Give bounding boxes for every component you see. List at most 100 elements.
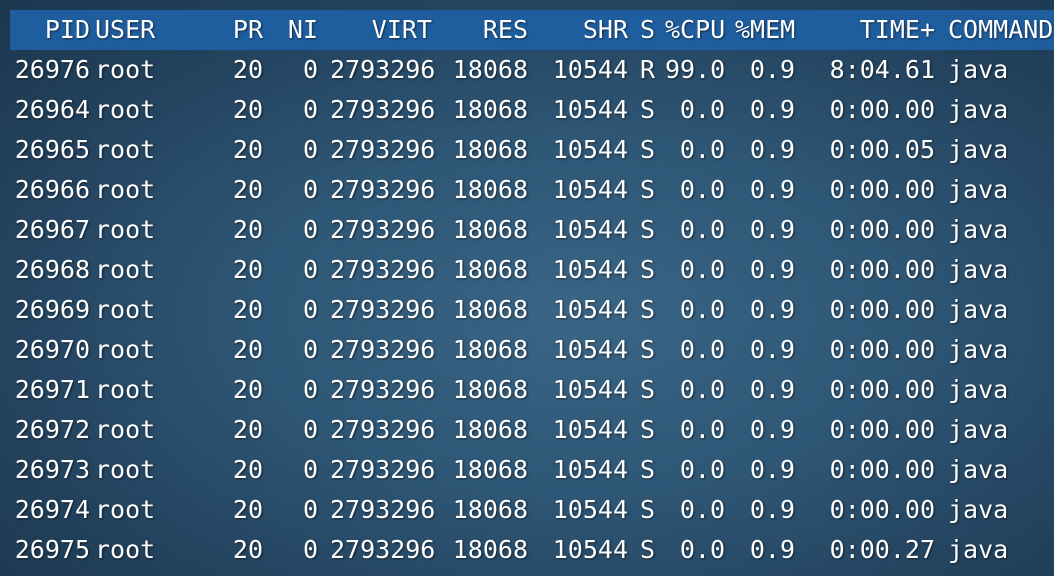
process-virt: 2793296 (330, 535, 436, 564)
process-row[interactable]: 26964 root 20 0 2793296 18068 10544 S 0.0 0.9 0:00… (0, 90, 1054, 130)
process-virt: 2793296 (330, 295, 436, 324)
header-pid[interactable]: PID (10, 10, 90, 50)
process-command: java (948, 95, 1009, 124)
process-nice: 0 (302, 175, 318, 204)
process-row[interactable]: 26970 root 20 0 2793296 18068 10544 S 0.0 0.9 0:00… (0, 330, 1054, 370)
header-time[interactable]: TIME+ (815, 10, 935, 50)
process-user: root (95, 455, 156, 484)
process-virt: 2793296 (330, 375, 436, 404)
top-process-terminal: PID USER PR NI VIRT RES SHR S %CPU %MEM … (0, 0, 1054, 576)
process-cpu: 0.0 (679, 335, 725, 364)
process-virt: 2793296 (330, 455, 436, 484)
process-row[interactable]: 26971 root 20 0 2793296 18068 10544 S 0.0 0.9 0:00… (0, 370, 1054, 410)
process-shr: 10544 (552, 375, 628, 404)
process-res: 18068 (452, 455, 528, 484)
process-pid: 26964 (14, 95, 90, 124)
process-mem: 0.9 (749, 255, 795, 284)
process-shr: 10544 (552, 175, 628, 204)
process-priority: 20 (232, 335, 263, 364)
process-mem: 0.9 (749, 295, 795, 324)
process-row[interactable]: 26966 root 20 0 2793296 18068 10544 S 0.0 0.9 0:00… (0, 170, 1054, 210)
process-res: 18068 (452, 135, 528, 164)
process-res: 18068 (452, 215, 528, 244)
process-row[interactable]: 26975 root 20 0 2793296 18068 10544 S 0.0 0.9 0:00… (0, 530, 1054, 570)
process-row[interactable]: 26968 root 20 0 2793296 18068 10544 S 0.0 0.9 0:00… (0, 250, 1054, 290)
process-time: 0:00.00 (829, 175, 935, 204)
process-shr: 10544 (552, 455, 628, 484)
process-state: S (640, 255, 656, 284)
process-state: S (640, 495, 656, 524)
process-user: root (95, 55, 156, 84)
header-ni[interactable]: NI (270, 10, 318, 50)
process-pid: 26976 (14, 55, 90, 84)
process-priority: 20 (232, 455, 263, 484)
process-command: java (948, 175, 1009, 204)
process-pid: 26972 (14, 415, 90, 444)
process-mem: 0.9 (749, 415, 795, 444)
header-virt[interactable]: VIRT (330, 10, 432, 50)
header-mem[interactable]: %MEM (735, 10, 795, 50)
process-virt: 2793296 (330, 135, 436, 164)
process-priority: 20 (232, 535, 263, 564)
process-cpu: 0.0 (679, 95, 725, 124)
header-shr[interactable]: SHR (540, 10, 628, 50)
process-state: R (640, 55, 656, 84)
process-pid: 26973 (14, 455, 90, 484)
process-pid: 26975 (14, 535, 90, 564)
process-row[interactable]: 26973 root 20 0 2793296 18068 10544 S 0.0 0.9 0:00… (0, 450, 1054, 490)
process-state: S (640, 175, 656, 204)
header-command[interactable]: COMMAND (948, 10, 1054, 50)
process-state: S (640, 95, 656, 124)
process-pid: 26969 (14, 295, 90, 324)
process-priority: 20 (232, 295, 263, 324)
process-priority: 20 (232, 255, 263, 284)
process-row[interactable]: 26967 root 20 0 2793296 18068 10544 S 0.0 0.9 0:00… (0, 210, 1054, 250)
process-priority: 20 (232, 95, 263, 124)
process-user: root (95, 415, 156, 444)
process-state: S (640, 135, 656, 164)
process-cpu: 0.0 (679, 375, 725, 404)
process-command: java (948, 375, 1009, 404)
process-row[interactable]: 26969 root 20 0 2793296 18068 10544 S 0.0 0.9 0:00… (0, 290, 1054, 330)
header-cpu[interactable]: %CPU (665, 10, 725, 50)
process-user: root (95, 135, 156, 164)
process-shr: 10544 (552, 215, 628, 244)
process-user: root (95, 215, 156, 244)
process-user: root (95, 375, 156, 404)
process-priority: 20 (232, 415, 263, 444)
process-mem: 0.9 (749, 495, 795, 524)
process-cpu: 99.0 (665, 55, 726, 84)
process-command: java (948, 255, 1009, 284)
process-time: 0:00.00 (829, 95, 935, 124)
process-virt: 2793296 (330, 495, 436, 524)
process-state: S (640, 335, 656, 364)
process-priority: 20 (232, 55, 263, 84)
process-pid: 26974 (14, 495, 90, 524)
process-virt: 2793296 (330, 335, 436, 364)
header-pr[interactable]: PR (215, 10, 263, 50)
process-user: root (95, 535, 156, 564)
header-res[interactable]: RES (440, 10, 528, 50)
header-user[interactable]: USER (95, 10, 215, 50)
process-shr: 10544 (552, 535, 628, 564)
process-row[interactable]: 26965 root 20 0 2793296 18068 10544 S 0.0 0.9 0:00… (0, 130, 1054, 170)
process-nice: 0 (302, 255, 318, 284)
process-pid: 26970 (14, 335, 90, 364)
process-command: java (948, 495, 1009, 524)
header-state[interactable]: S (640, 10, 658, 50)
process-res: 18068 (452, 95, 528, 124)
process-res: 18068 (452, 295, 528, 324)
process-user: root (95, 95, 156, 124)
process-mem: 0.9 (749, 375, 795, 404)
process-command: java (948, 415, 1009, 444)
process-row[interactable]: 26972 root 20 0 2793296 18068 10544 S 0.0 0.9 0:00… (0, 410, 1054, 450)
process-row[interactable]: 26974 root 20 0 2793296 18068 10544 S 0.0 0.9 0:00… (0, 490, 1054, 530)
process-res: 18068 (452, 535, 528, 564)
process-row[interactable]: 26976 root 20 0 2793296 18068 10544 R 99.0 0.9 8:0… (0, 50, 1054, 90)
process-state: S (640, 375, 656, 404)
process-cpu: 0.0 (679, 215, 725, 244)
process-priority: 20 (232, 495, 263, 524)
process-command: java (948, 535, 1009, 564)
process-shr: 10544 (552, 495, 628, 524)
process-command: java (948, 455, 1009, 484)
